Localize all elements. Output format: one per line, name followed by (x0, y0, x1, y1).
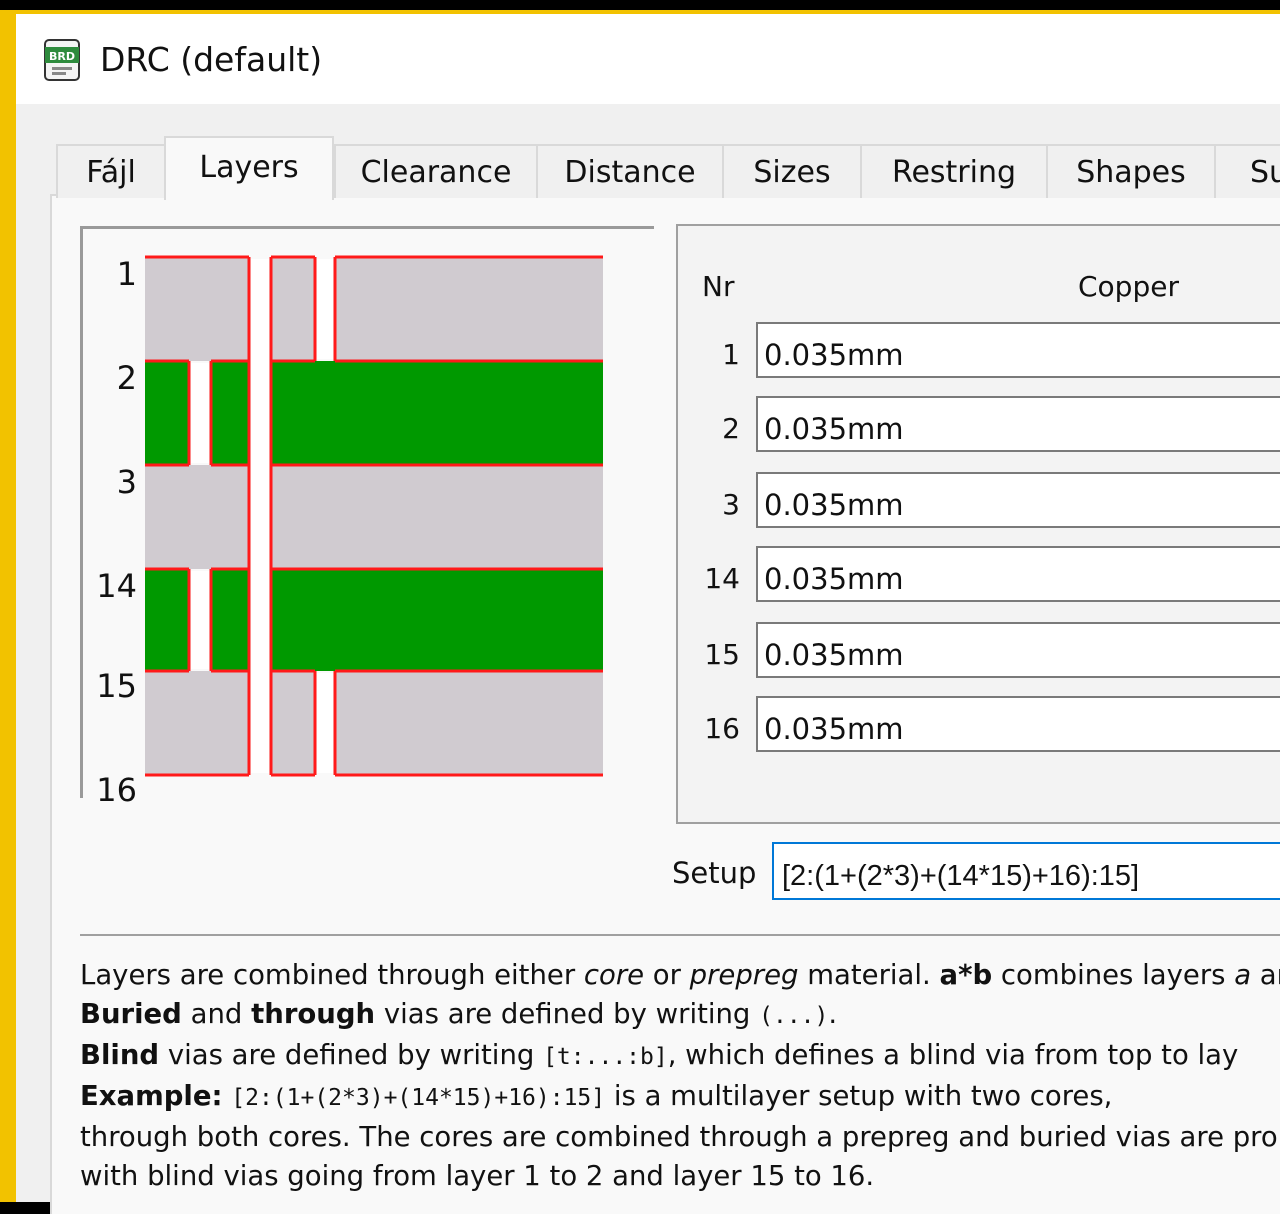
copper-thickness-field[interactable] (756, 322, 1280, 378)
layer-row-nr: 15 (704, 638, 740, 671)
copper-column-header: Copper (1078, 270, 1179, 303)
prepreg-15-16-mid (271, 671, 315, 775)
layer-row-nr: 16 (704, 712, 740, 745)
tab-clearance[interactable]: Clearance (334, 144, 538, 198)
help-line-5: through both cores. The cores are combin… (80, 1121, 1278, 1153)
tab-supply[interactable]: Su (1214, 144, 1280, 198)
layers-list: Nr Copper 1 2 3 14 15 16 (676, 224, 1280, 824)
layer-row-nr: 2 (722, 412, 740, 445)
tab-sizes[interactable]: Sizes (722, 144, 862, 198)
prepreg-3-14-right (271, 465, 603, 569)
brd-file-icon: BRD (44, 39, 80, 81)
layer-stack-diagram: 1 2 3 14 15 16 (80, 226, 654, 809)
core-2-3-c (271, 361, 603, 465)
prepreg-1-2-left (145, 257, 249, 361)
copper-thickness-field[interactable] (756, 472, 1280, 528)
copper-thickness-field[interactable] (756, 696, 1280, 752)
layer-row-nr: 1 (722, 338, 740, 371)
prepreg-15-16-right (335, 671, 603, 775)
tab-fajl[interactable]: Fájl (56, 144, 166, 198)
copper-thickness-field[interactable] (756, 546, 1280, 602)
core-2-3-b (211, 361, 249, 465)
setup-input[interactable] (772, 842, 1280, 900)
tab-distance[interactable]: Distance (536, 144, 724, 198)
core-14-15-b (211, 569, 249, 671)
prepreg-1-2-right (335, 257, 603, 361)
core-14-15-c (271, 569, 603, 671)
tab-restring[interactable]: Restring (860, 144, 1048, 198)
help-line-6: with blind vias going from layer 1 to 2 … (80, 1160, 875, 1192)
help-line-3: Blind vias are defined by writing [t:...… (80, 1039, 1239, 1071)
core-2-3-a (145, 361, 189, 465)
drc-dialog: BRD DRC (default) Fájl Layers Clearance … (16, 14, 1280, 1214)
copper-thickness-field[interactable] (756, 396, 1280, 452)
setup-label: Setup (672, 856, 757, 890)
tab-shapes[interactable]: Shapes (1046, 144, 1216, 198)
help-line-4: Example: [2:(1+(2*3)+(14*15)+16):15] is … (80, 1080, 1113, 1112)
prepreg-1-2-mid (271, 257, 315, 361)
prepreg-3-14-left (145, 465, 249, 569)
window-title: DRC (default) (100, 40, 323, 79)
title-bar[interactable]: BRD DRC (default) (16, 14, 1280, 104)
separator (80, 934, 1280, 936)
tab-layers[interactable]: Layers (164, 136, 334, 200)
core-14-15-a (145, 569, 189, 671)
copper-thickness-field[interactable] (756, 622, 1280, 678)
prepreg-15-16-left (145, 671, 249, 775)
help-line-1: Layers are combined through either core … (80, 959, 1280, 991)
svg-text:BRD: BRD (49, 50, 75, 63)
help-line-2: Buried and through vias are defined by w… (80, 998, 838, 1030)
layer-row-nr: 14 (704, 562, 740, 595)
nr-column-header: Nr (702, 270, 735, 303)
layer-row-nr: 3 (722, 488, 740, 521)
stackup-graphic (145, 255, 603, 777)
help-text: Layers are combined through either core … (80, 956, 1280, 1206)
